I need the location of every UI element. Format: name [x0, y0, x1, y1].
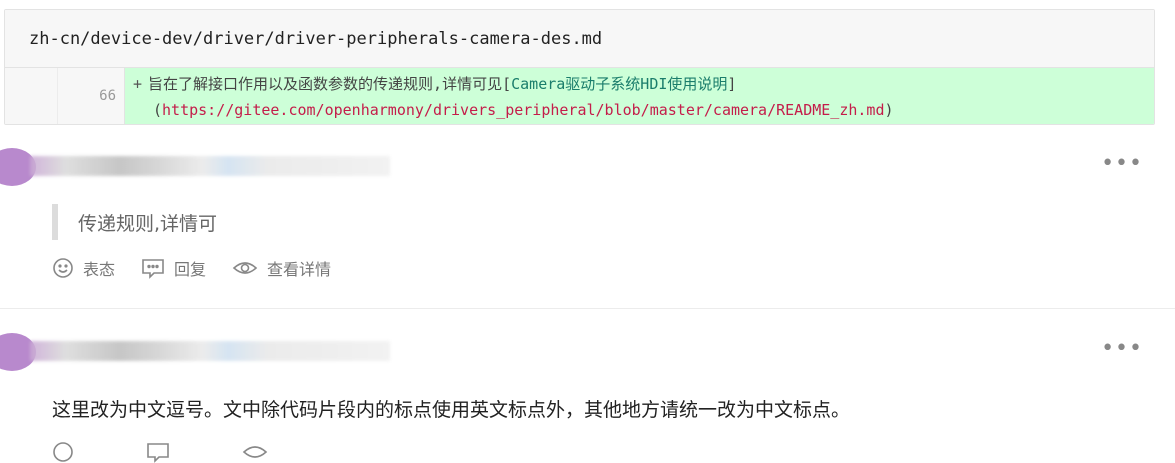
reply-icon: [142, 259, 164, 279]
diff-link-text: Camera驱动子系统HDI使用说明: [511, 75, 728, 93]
quoted-text: 传递规则,详情可: [52, 204, 217, 240]
comment-actions: [52, 441, 268, 463]
smile-icon: [53, 442, 73, 462]
diff-code: + 旨在了解接口作用以及函数参数的传递规则,详情可见[Camera驱动子系统HDI…: [125, 68, 1154, 124]
view-details-label: 查看详情: [267, 260, 332, 279]
reply-icon: [147, 443, 169, 463]
more-icon[interactable]: •••: [1101, 153, 1143, 175]
more-icon[interactable]: •••: [1101, 338, 1143, 360]
author-name-blurred: [30, 341, 390, 361]
react-button[interactable]: [52, 441, 74, 463]
smile-icon: [53, 258, 73, 278]
comment-1: ••• 传递规则,详情可 表态 回复 查看详情: [0, 140, 1175, 309]
react-button[interactable]: 表态: [52, 256, 115, 280]
diff-add-marker: +: [133, 75, 143, 93]
view-details-button[interactable]: 查看详情: [232, 256, 331, 280]
paren-close: ): [884, 101, 894, 119]
reply-button[interactable]: 回复: [141, 256, 206, 280]
react-label: 表态: [83, 260, 116, 279]
author-name-blurred: [30, 156, 390, 176]
quote-content: 传递规则,详情可: [78, 212, 218, 235]
diff-line: 66 + 旨在了解接口作用以及函数参数的传递规则,详情可见[Camera驱动子系统…: [5, 68, 1154, 124]
comment-2: ••• 这里改为中文逗号。文中除代码片段内的标点使用英文标点外，其他地方请统一改…: [0, 325, 1175, 463]
eye-icon: [232, 262, 258, 274]
diff-text: 旨在了解接口作用以及函数参数的传递规则,详情可见: [148, 75, 503, 93]
diff-old-gutter: [5, 68, 58, 124]
diff-line-number[interactable]: 66: [58, 68, 125, 124]
view-details-button[interactable]: [242, 441, 268, 463]
diff-url: https://gitee.com/openharmony/drivers_pe…: [162, 101, 885, 119]
diff-file-box: zh-cn/device-dev/driver/driver-periphera…: [4, 9, 1155, 125]
eye-icon: [242, 446, 268, 458]
comment-body: 这里改为中文逗号。文中除代码片段内的标点使用英文标点外，其他地方请统一改为中文标…: [52, 399, 851, 421]
comment-actions: 表态 回复 查看详情: [52, 256, 331, 280]
paren-open: (: [153, 101, 163, 119]
reply-button[interactable]: [146, 441, 170, 463]
reply-label: 回复: [174, 260, 207, 279]
diff-file-path[interactable]: zh-cn/device-dev/driver/driver-periphera…: [5, 10, 1154, 68]
bracket-close: ]: [727, 75, 737, 93]
bracket-open: [: [502, 75, 512, 93]
